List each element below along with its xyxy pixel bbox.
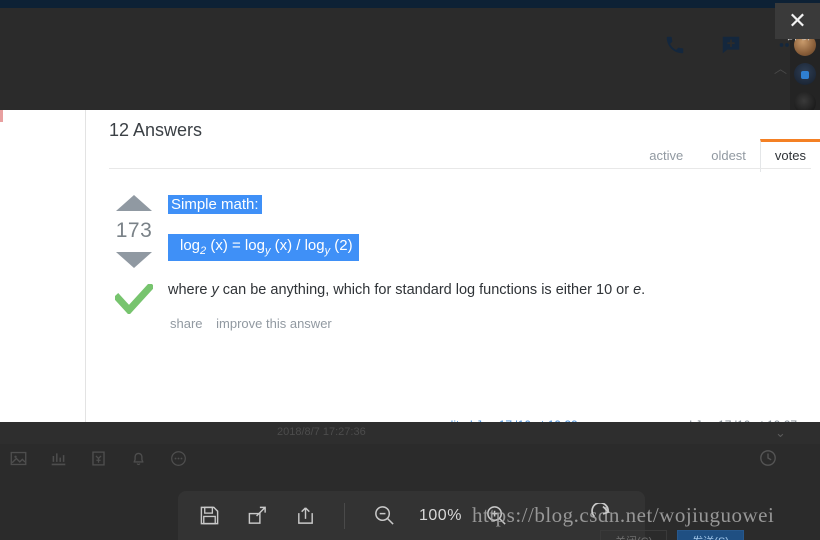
answer-heading-text: Simple math:	[168, 195, 262, 214]
toolbar-divider	[344, 502, 345, 529]
answer-body: Simple math: log2 (x) = logy (x) / logy …	[168, 195, 688, 301]
more-icon[interactable]	[168, 448, 188, 468]
shared-screenshot-image[interactable]: 12 Answers active oldest votes 173 Simpl…	[0, 110, 820, 422]
accepted-answer-check-icon	[109, 282, 159, 319]
share-link[interactable]: share	[170, 316, 203, 331]
new-chat-icon[interactable]	[716, 30, 746, 60]
dialog-buttons: 关闭(C) 发送(S)	[600, 530, 744, 540]
answer-heading-line: Simple math:	[168, 195, 688, 214]
phone-icon[interactable]	[660, 30, 690, 60]
answer-sort-tabs: active oldest votes	[635, 138, 820, 172]
tabs-underline	[109, 168, 811, 169]
chat-history-icon[interactable]	[758, 448, 778, 468]
red-packet-icon[interactable]	[88, 448, 108, 468]
answer-actions: share improve this answer	[170, 316, 342, 331]
page-divider	[85, 110, 86, 422]
image-icon[interactable]	[8, 448, 28, 468]
avatar[interactable]	[794, 63, 816, 85]
edge-marker	[0, 110, 3, 122]
message-meta-bar: 2018/8/7 17:27:36 ⌄	[0, 422, 820, 444]
resize-icon[interactable]	[244, 503, 270, 529]
vote-column: 173	[109, 195, 159, 319]
vote-count: 173	[115, 219, 153, 242]
answers-heading: 12 Answers	[109, 120, 203, 140]
watermark-text: https://blog.csdn.net/wojiuguowei	[472, 503, 775, 527]
zoom-level: 100%	[419, 506, 462, 524]
downvote-arrow-icon[interactable]	[116, 252, 152, 268]
zoom-out-icon[interactable]	[371, 503, 397, 529]
answer-formula: log2 (x) = logy (x) / logy (2)	[168, 234, 359, 261]
share-icon[interactable]	[292, 503, 318, 529]
chart-icon[interactable]	[48, 448, 68, 468]
message-timestamp: 2018/8/7 17:27:36	[277, 426, 366, 438]
collapse-caret-icon[interactable]: ︿	[774, 62, 787, 75]
chevron-down-icon[interactable]: ⌄	[775, 425, 786, 441]
bell-icon[interactable]	[128, 448, 148, 468]
rotate-icon[interactable]	[588, 503, 614, 529]
save-icon[interactable]	[196, 503, 222, 529]
improve-answer-link[interactable]: improve this answer	[216, 316, 332, 331]
answer-formula-line: log2 (x) = logy (x) / logy (2)	[168, 234, 688, 261]
chat-input-toolbar	[8, 448, 188, 468]
window-titlebar	[0, 0, 820, 8]
send-button[interactable]: 发送(S)	[677, 530, 744, 540]
chat-header: ︿	[0, 8, 795, 110]
chat-window: ︿ 群聊 ✕ 12 Answers active oldest votes 17…	[0, 0, 820, 540]
upvote-arrow-icon[interactable]	[116, 195, 152, 211]
answer-explanation: where y can be anything, which for stand…	[168, 282, 646, 298]
close-dialog-button[interactable]: 关闭(C)	[600, 530, 668, 540]
close-button[interactable]: ✕	[775, 3, 820, 39]
